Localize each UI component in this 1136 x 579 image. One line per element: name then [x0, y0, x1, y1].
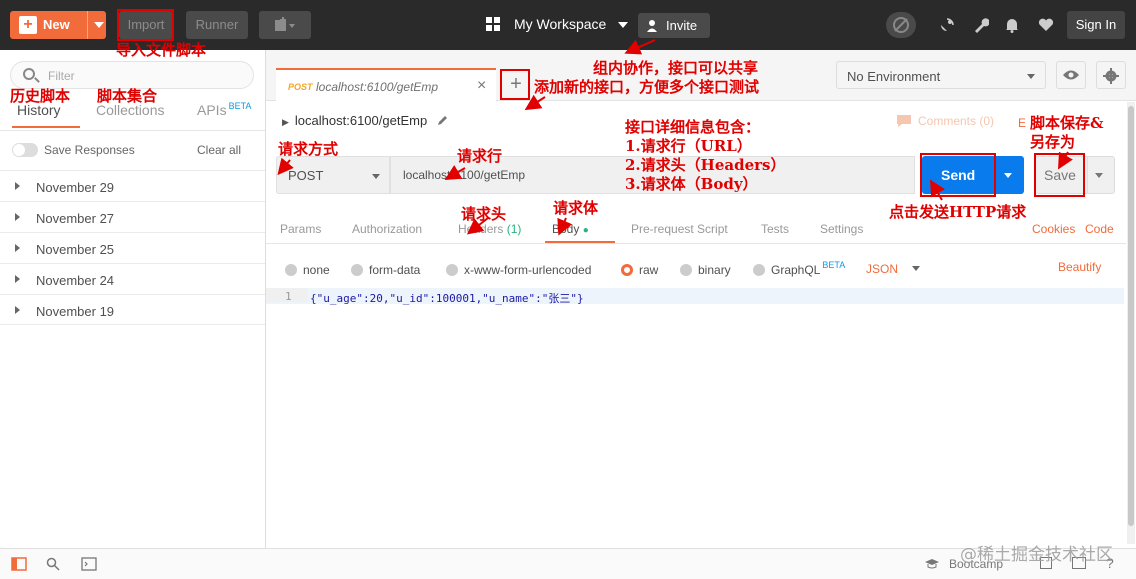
annotation-arrows [277, 39, 1073, 236]
